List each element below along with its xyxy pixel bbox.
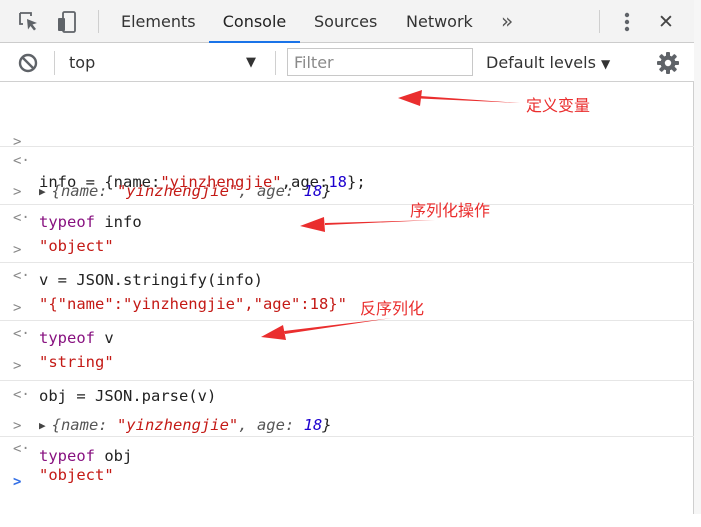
- console-input-row: > obj = JSON.parse(v): [0, 320, 694, 405]
- close-icon[interactable]: ✕: [658, 0, 674, 44]
- toolbar-separator: [98, 10, 99, 33]
- default-levels-dropdown[interactable]: Default levels ▼: [486, 43, 610, 84]
- chevron-down-icon: ▼: [600, 57, 611, 71]
- console-output-row: <· "object": [0, 176, 694, 255]
- console-output-row: <· "{"name":"yinzhengjie","age":18}": [0, 234, 694, 313]
- levels-label: Default levels: [486, 53, 596, 72]
- console-output-row: <· "object": [0, 410, 694, 484]
- cursor-arrow-icon[interactable]: [17, 10, 41, 34]
- context-selector[interactable]: top: [69, 43, 95, 83]
- more-tabs-button[interactable]: »: [501, 0, 513, 42]
- devtools-tabbar: Elements Console Sources Network » ✕: [0, 0, 694, 43]
- console-input-row: > typeof v: [0, 262, 694, 347]
- console-output-row: <· ▶ {name: "yinzhengjie", age: 18}: [0, 350, 694, 434]
- gear-icon[interactable]: [656, 51, 680, 75]
- no-entry-icon[interactable]: [17, 52, 39, 74]
- console-toolbar: top ▼ Default levels ▼: [0, 43, 694, 82]
- tab-sources[interactable]: Sources: [314, 0, 377, 42]
- filter-input[interactable]: [287, 48, 473, 76]
- console-output-row: <· "string": [0, 292, 694, 371]
- console-input-row: > v = JSON.stringify(info): [0, 204, 694, 289]
- tab-network[interactable]: Network: [406, 0, 473, 42]
- annotation-deserialize: 反序列化: [360, 299, 425, 318]
- tab-elements[interactable]: Elements: [121, 0, 196, 42]
- chevron-down-icon[interactable]: ▼: [246, 43, 256, 83]
- tab-console[interactable]: Console: [209, 0, 300, 43]
- devtools-panel: Elements Console Sources Network » ✕ top…: [0, 0, 694, 514]
- toolbar-separator: [275, 51, 276, 75]
- console-prompt-line[interactable]: >: [0, 436, 694, 490]
- console-input-row: > typeof info: [0, 146, 694, 231]
- console-output-row: <· ▶ {name: "yinzhengjie", age: 18}: [0, 116, 694, 200]
- console-input-row: > typeof obj: [0, 380, 694, 465]
- vertical-dots-icon[interactable]: [615, 10, 639, 34]
- annotation-serialize: 序列化操作: [410, 201, 491, 220]
- device-toggle-icon[interactable]: [55, 10, 79, 34]
- active-prompt-icon: >: [13, 474, 22, 490]
- annotation-define-variable: 定义变量: [526, 96, 591, 115]
- toolbar-separator: [599, 10, 600, 33]
- toolbar-separator: [54, 51, 55, 75]
- window-edge: [694, 0, 701, 514]
